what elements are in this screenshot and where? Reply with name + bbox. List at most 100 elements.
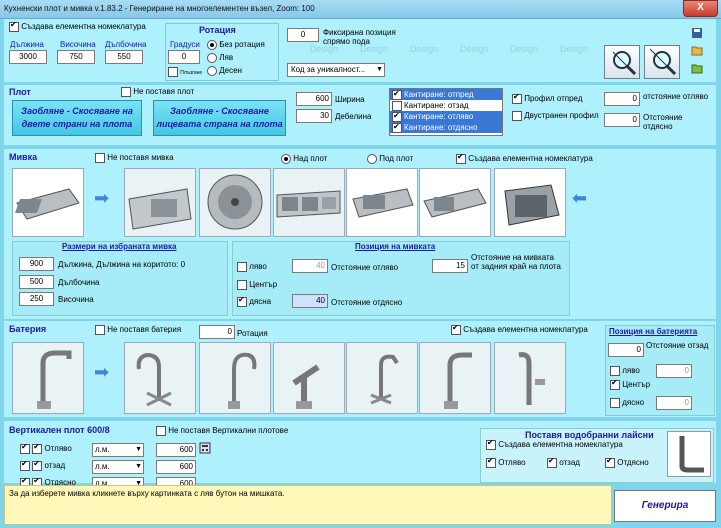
sink-thumb-2[interactable] xyxy=(124,168,196,237)
sink-right-input[interactable]: 40 xyxy=(292,294,328,308)
sink-create-catalog-check[interactable]: Създава елементна номеклатура xyxy=(456,152,593,164)
checkbox[interactable] xyxy=(610,366,620,376)
checkbox[interactable] xyxy=(95,325,105,335)
faucet-left-check[interactable]: ляво xyxy=(610,366,640,376)
vertical-value-input[interactable]: 600 xyxy=(156,443,196,457)
no-plot-check[interactable]: Не поставя плот xyxy=(121,87,194,97)
faucet-center-check[interactable]: Център xyxy=(610,378,650,390)
checkbox[interactable] xyxy=(20,442,30,454)
checkbox[interactable] xyxy=(486,456,496,468)
round-both-sides-button[interactable]: Заобляне - Скосяване на двете страни на … xyxy=(12,100,142,136)
sink-thumb-7[interactable] xyxy=(494,168,566,237)
radio[interactable] xyxy=(367,154,377,164)
folder-open-icon[interactable] xyxy=(691,62,703,74)
radio[interactable] xyxy=(281,154,291,164)
width-input[interactable]: 600 xyxy=(296,92,332,106)
right-offset-input[interactable]: 0 xyxy=(604,113,640,127)
sink-thumb-5[interactable] xyxy=(346,168,418,237)
generate-button[interactable]: Генерира xyxy=(614,490,716,522)
checkbox[interactable] xyxy=(237,280,247,290)
zoom-in-button[interactable] xyxy=(604,45,640,79)
radio[interactable] xyxy=(207,53,217,63)
checkbox[interactable] xyxy=(32,442,43,454)
list-item[interactable]: Кантиране: отпред xyxy=(390,88,502,100)
sink-thumb-6[interactable] xyxy=(419,168,491,237)
over-plot-radio[interactable]: Над плот xyxy=(281,154,327,164)
create-catalog-top[interactable]: Създава елементна номеклатура xyxy=(9,20,146,32)
sink-thumb-1[interactable] xyxy=(12,168,84,237)
list-item[interactable]: Кантиране: отзад xyxy=(390,100,502,111)
sink-left-check[interactable]: ляво xyxy=(237,262,267,272)
faucet-right-check[interactable]: дясно xyxy=(610,398,644,408)
vertical-row-left[interactable]: Отляво xyxy=(20,442,72,454)
sink-thumb-4[interactable] xyxy=(273,168,345,237)
checkbox[interactable] xyxy=(95,153,105,163)
faucet-back-input[interactable]: 0 xyxy=(608,343,644,357)
vertical-row-back[interactable]: отзад xyxy=(20,459,65,471)
faucet-left-input[interactable]: 0 xyxy=(656,364,692,378)
checkbox[interactable] xyxy=(547,456,557,468)
thickness-input[interactable]: 30 xyxy=(296,109,332,123)
checkbox[interactable] xyxy=(20,459,30,471)
rot-none-radio[interactable]: Без ротация xyxy=(207,40,265,50)
round-front-side-button[interactable]: Заобляне - Скосяване лицевата страна на … xyxy=(153,100,286,136)
sink-left-input[interactable]: 40 xyxy=(292,259,328,273)
checkbox[interactable] xyxy=(392,88,402,100)
left-offset-input[interactable]: 0 xyxy=(604,92,640,106)
save-icon[interactable] xyxy=(691,27,703,39)
water-create-catalog-check[interactable]: Създава елементна номеклатура xyxy=(486,438,623,450)
faucet-right-input[interactable]: 0 xyxy=(656,396,692,410)
radio[interactable] xyxy=(207,40,217,50)
water-right-check[interactable]: Отдясно xyxy=(605,456,649,468)
checkbox[interactable] xyxy=(392,121,402,133)
faucet-create-catalog-check[interactable]: Създава елементна номеклатура xyxy=(451,323,588,335)
calculator-icon[interactable] xyxy=(199,442,211,454)
radio[interactable] xyxy=(207,66,217,76)
rot-right-radio[interactable]: Десен xyxy=(207,66,242,76)
checkbox[interactable] xyxy=(168,67,178,77)
rot-left-radio[interactable]: Ляв xyxy=(207,53,233,63)
checkbox[interactable] xyxy=(451,323,461,335)
list-item[interactable]: Кантиране: отдясно xyxy=(390,121,502,133)
vertical-value-input[interactable]: 600 xyxy=(156,460,196,474)
checkbox[interactable] xyxy=(156,426,166,436)
no-vertical-check[interactable]: Не поставя Вертикални плотове xyxy=(156,426,288,436)
sink-back-input[interactable]: 15 xyxy=(432,259,468,273)
checkbox[interactable] xyxy=(610,398,620,408)
checkbox[interactable] xyxy=(456,152,466,164)
faucet-thumb-7[interactable] xyxy=(494,342,566,414)
water-back-check[interactable]: отзад xyxy=(547,456,580,468)
faucet-thumb-3[interactable] xyxy=(199,342,271,414)
sink-center-check[interactable]: Център xyxy=(237,280,277,290)
length-input[interactable]: 3000 xyxy=(9,50,47,64)
checkbox[interactable] xyxy=(237,295,247,307)
vertical-unit-select[interactable]: л.м. ▼ xyxy=(92,443,144,457)
sink-depth-input[interactable]: 500 xyxy=(19,275,54,289)
faucet-thumb-2[interactable] xyxy=(124,342,196,414)
height-input[interactable]: 750 xyxy=(57,50,95,64)
faucet-thumb-1[interactable] xyxy=(12,342,84,414)
checkbox[interactable] xyxy=(512,92,522,104)
unique-code-select[interactable]: Код за уникалност... ▼ xyxy=(287,63,385,77)
zoom-out-button[interactable] xyxy=(644,45,680,79)
profile-front-check[interactable]: Профил отпред xyxy=(512,92,582,104)
water-left-check[interactable]: Отляво xyxy=(486,456,526,468)
checkbox[interactable] xyxy=(610,378,620,390)
checkbox[interactable] xyxy=(121,87,131,97)
degrees-input[interactable]: 0 xyxy=(168,50,200,64)
vertical-unit-select[interactable]: л.м. ▼ xyxy=(92,460,144,474)
no-sink-check[interactable]: Не поставя мивка xyxy=(95,153,174,163)
double-profile-check[interactable]: Двустранен профил xyxy=(512,111,599,121)
under-plot-radio[interactable]: Под плот xyxy=(367,154,413,164)
depth-input[interactable]: 550 xyxy=(105,50,143,64)
fixed-pos-input[interactable]: 0 xyxy=(287,28,319,42)
checkbox[interactable] xyxy=(512,111,522,121)
sink-height-input[interactable]: 250 xyxy=(19,292,54,306)
faucet-thumb-5[interactable] xyxy=(346,342,418,414)
faucet-thumb-4[interactable] xyxy=(273,342,345,414)
faucet-rotation-input[interactable]: 0 xyxy=(199,325,235,339)
faucet-thumb-6[interactable] xyxy=(419,342,491,414)
checkbox[interactable] xyxy=(486,438,496,450)
sink-length-input[interactable]: 900 xyxy=(19,257,54,271)
checkbox[interactable] xyxy=(32,459,43,471)
